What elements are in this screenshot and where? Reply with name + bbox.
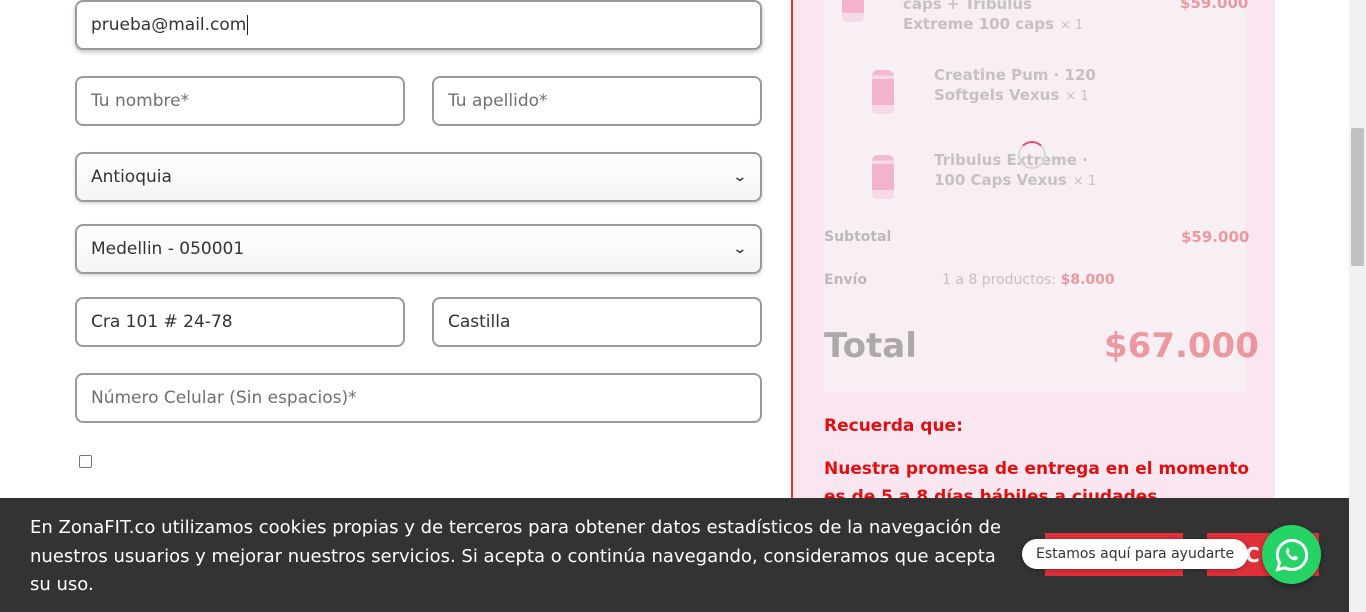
phone-placeholder: Número Celular (Sin espacios)*	[91, 388, 357, 408]
subtotal-value: $59.000	[1181, 228, 1250, 246]
address-value: Cra 101 # 24-78	[91, 312, 233, 332]
subtotal-label: Subtotal	[824, 229, 892, 245]
whatsapp-icon	[1274, 538, 1308, 572]
checkbox[interactable]	[79, 455, 92, 468]
product-name: Tribulus Extreme · 100 Caps Vexus × 1	[934, 151, 1097, 189]
phone-field[interactable]: Número Celular (Sin espacios)*	[75, 373, 762, 423]
product-image	[856, 64, 910, 120]
address-field[interactable]: Cra 101 # 24-78	[75, 297, 405, 347]
last-name-field[interactable]: Tu apellido*	[432, 76, 762, 126]
text-caret	[247, 15, 249, 35]
whatsapp-bubble[interactable]: Estamos aquí para ayudarte	[1022, 539, 1249, 569]
department-selected: Antioquia	[91, 167, 172, 187]
email-value: prueba@mail.com	[91, 15, 247, 35]
neighborhood-value: Castilla	[448, 312, 511, 332]
product-image	[826, 0, 880, 28]
first-name-field[interactable]: Tu nombre*	[75, 76, 405, 126]
first-name-placeholder: Tu nombre*	[91, 91, 190, 111]
reminder-title: Recuerda que:	[824, 416, 963, 436]
neighborhood-field[interactable]: Castilla	[432, 297, 762, 347]
cookie-text: En ZonaFIT.co utilizamos cookies propias…	[30, 517, 1002, 595]
city-selected: Medellin - 050001	[91, 239, 245, 259]
product-name: caps + Tribulus Extreme 100 caps × 1	[903, 0, 1084, 33]
loading-spinner-icon	[1018, 141, 1046, 169]
product-price: $59.000	[1180, 0, 1249, 12]
department-select[interactable]: Antioquia ⌄	[75, 152, 762, 202]
chevron-down-icon: ⌄	[732, 241, 748, 257]
shipping-value: $8.000	[1060, 272, 1115, 288]
scrollbar-thumb[interactable]	[1351, 128, 1364, 266]
product-image	[856, 149, 910, 205]
chevron-down-icon: ⌄	[732, 169, 748, 185]
shipping-detail: 1 a 8 productos: $8.000	[942, 272, 1115, 288]
last-name-placeholder: Tu apellido*	[448, 91, 548, 111]
whatsapp-button[interactable]	[1262, 525, 1321, 584]
shipping-label: Envío	[824, 272, 868, 288]
divider	[791, 0, 793, 498]
total-value: $67.000	[1104, 326, 1259, 366]
city-select[interactable]: Medellin - 050001 ⌄	[75, 224, 762, 274]
scrollbar-track[interactable]	[1349, 0, 1366, 612]
total-label: Total	[824, 326, 917, 366]
email-field[interactable]: prueba@mail.com	[75, 0, 762, 50]
product-name: Creatine Pum · 120 Softgels Vexus × 1	[934, 66, 1096, 104]
